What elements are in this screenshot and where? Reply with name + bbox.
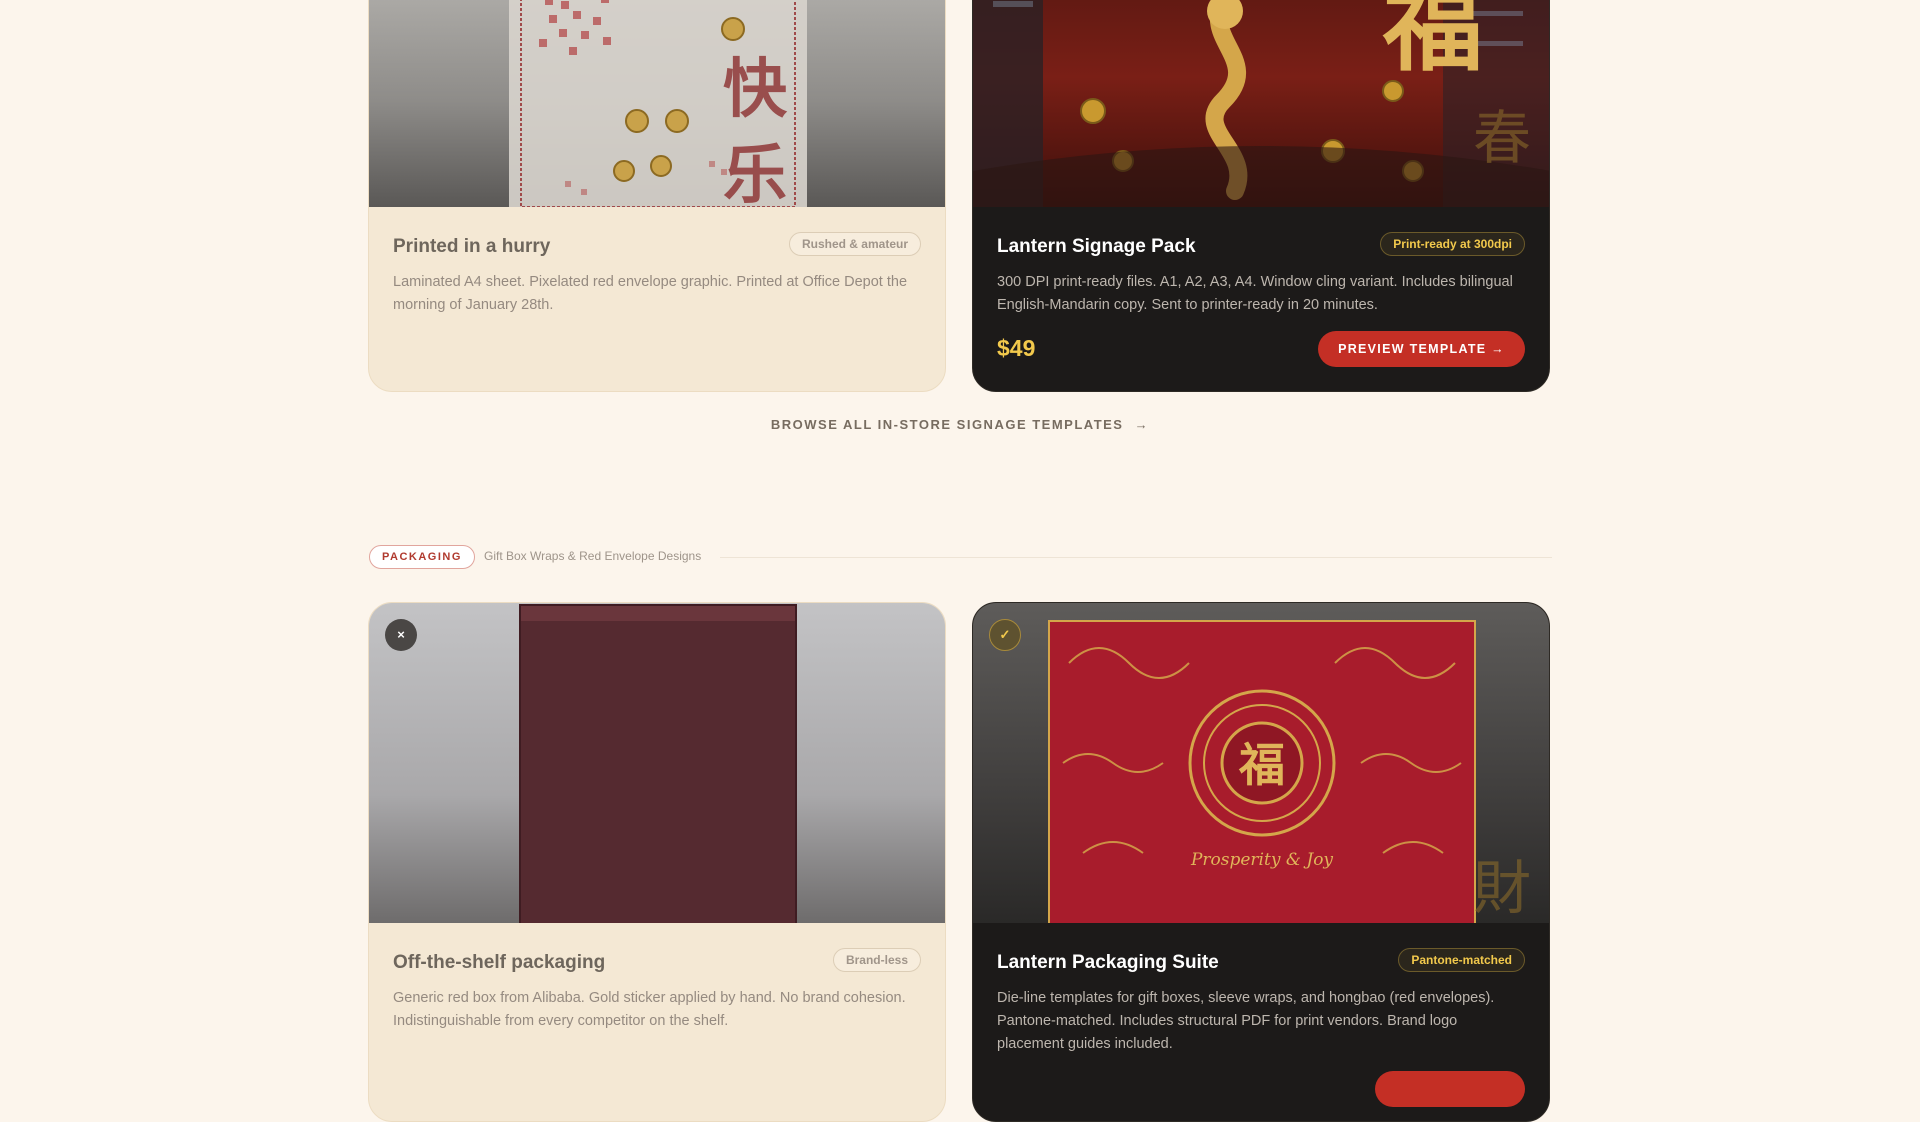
dragon-display-graphic: 福 — [973, 0, 1549, 207]
signage-before-title: Printed in a hurry — [393, 236, 551, 257]
packaging-before-badge: Brand-less — [832, 948, 921, 972]
pixelated-poster-graphic: 快 乐 — [509, 0, 807, 207]
fu-character: 福 — [1382, 0, 1483, 85]
packaging-before-title: Off-the-shelf packaging — [393, 952, 606, 973]
browse-signage-link[interactable]: BROWSE ALL IN-STORE SIGNAGE TEMPLATES → — [0, 417, 1920, 432]
poster-char-2: 乐 — [723, 139, 787, 207]
plain-red-box-graphic — [519, 604, 797, 923]
preview-template-button[interactable]: PREVIEW TEMPLATE → — [1318, 331, 1525, 367]
section-divider — [720, 557, 1552, 558]
close-icon: × — [385, 619, 417, 651]
signage-after-badge: Print-ready at 300dpi — [1380, 232, 1525, 256]
spring-glyph: 春 — [1472, 104, 1531, 172]
packaging-before-image — [369, 603, 945, 923]
packaging-section-subtitle: Gift Box Wraps & Red Envelope Designs — [484, 549, 702, 563]
packaging-before-desc: Generic red box from Alibaba. Gold stick… — [393, 990, 906, 1029]
packaging-after-desc: Die-line templates for gift boxes, sleev… — [997, 990, 1495, 1052]
packaging-after-card: 福 Prosperity & Joy ✓ 財 Lantern Packaging… — [972, 602, 1550, 1122]
browse-signage-label: BROWSE ALL IN-STORE SIGNAGE TEMPLATES — [770, 417, 1124, 432]
arrow-right-icon: → — [1134, 417, 1150, 432]
packaging-after-title: Lantern Packaging Suite — [997, 952, 1219, 973]
packaging-cta-button[interactable] — [1375, 1071, 1525, 1107]
packaging-section-tag: PACKAGING — [369, 545, 475, 569]
signage-price: $49 — [997, 335, 1036, 361]
packaging-after-badge: Pantone-matched — [1398, 948, 1525, 972]
wealth-glyph: 財 — [1472, 854, 1531, 922]
box-fu-character: 福 — [1238, 738, 1285, 792]
signage-after-image: 福 — [973, 0, 1549, 207]
packaging-after-image: 福 Prosperity & Joy — [973, 603, 1549, 923]
branded-gift-box-graphic: 福 Prosperity & Joy — [1048, 620, 1476, 923]
signage-before-badge: Rushed & amateur — [788, 232, 921, 256]
signage-before-desc: Laminated A4 sheet. Pixelated red envelo… — [393, 274, 908, 313]
signage-before-image: 快 乐 — [369, 0, 945, 207]
check-icon: ✓ — [989, 619, 1021, 651]
signage-after-title: Lantern Signage Pack — [997, 236, 1196, 257]
box-script-text: Prosperity & Joy — [1190, 850, 1333, 870]
signage-before-card: 快 乐 Printed in a hurry Rushed & amateur … — [368, 0, 946, 392]
packaging-before-card: × Off-the-shelf packaging Brand-less Gen… — [368, 602, 946, 1122]
poster-char-1: 快 — [723, 53, 788, 127]
signage-after-desc: 300 DPI print-ready files. A1, A2, A3, A… — [997, 274, 1513, 313]
signage-after-card: 福 春 Lantern Signage Pack Print-ready at … — [972, 0, 1550, 392]
